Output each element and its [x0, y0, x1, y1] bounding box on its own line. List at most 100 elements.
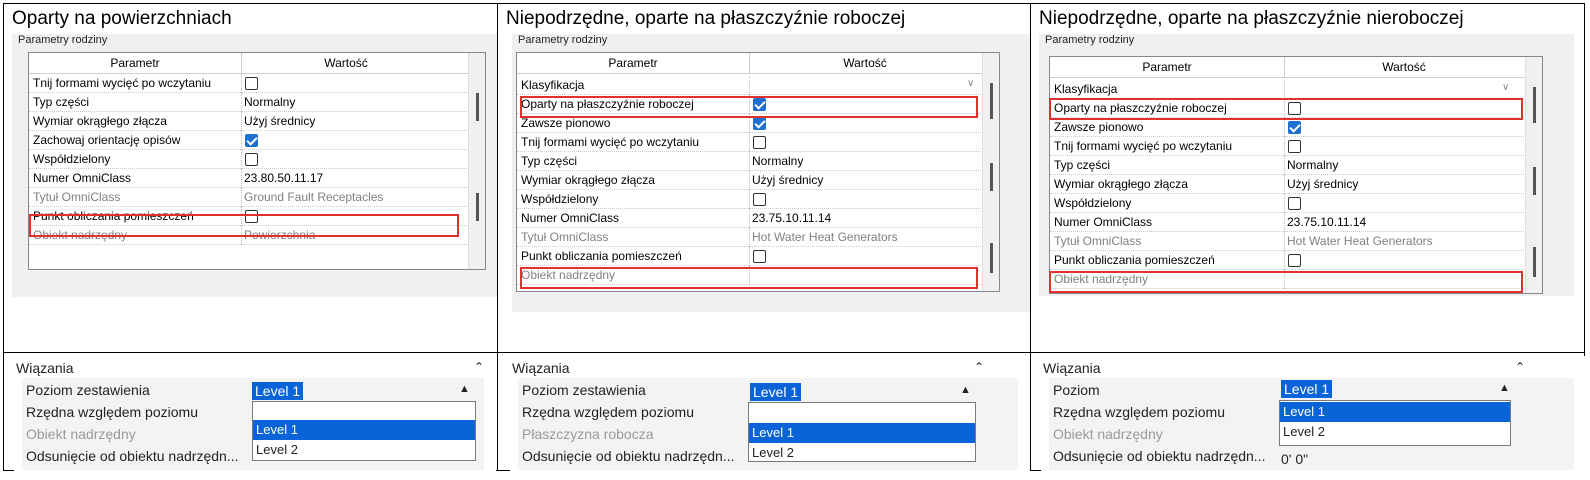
parameter-checkbox[interactable] — [1288, 102, 1301, 115]
parameter-value[interactable]: Ground Fault Receptacles — [244, 190, 383, 204]
dropdown-option[interactable]: Level 2 — [1280, 422, 1510, 442]
table-row[interactable]: Wymiar okrągłego złącza Użyj średnicy — [29, 112, 485, 131]
scrollbar-thumb[interactable] — [1533, 247, 1536, 277]
scrollbar-thumb[interactable] — [476, 193, 479, 221]
dropdown-arrow-icon[interactable]: ▲ — [1499, 382, 1510, 394]
parameter-name: Tnij formami wycięć po wczytaniu — [33, 76, 212, 90]
dropdown-option[interactable]: Level 1 — [749, 423, 975, 443]
table-row[interactable]: Obiekt nadrzędny Powierzchnia — [29, 226, 485, 245]
parameter-name: Numer OmniClass — [33, 171, 132, 185]
parameter-value[interactable]: 23.75.10.11.14 — [752, 211, 831, 225]
parameter-name: Tytuł OmniClass — [33, 190, 121, 204]
scrollbar-thumb[interactable] — [1533, 87, 1536, 123]
dropdown-option[interactable]: Level 2 — [749, 443, 975, 463]
parameter-value[interactable]: Hot Water Heat Generators — [752, 230, 898, 244]
table-row[interactable]: Współdzielony — [1050, 194, 1542, 213]
table-row[interactable]: Typ części Normalny — [517, 152, 999, 171]
parameter-name: Wymiar okrągłego złącza — [521, 173, 655, 187]
parameter-value[interactable]: Powierzchnia — [244, 228, 315, 242]
parameter-value[interactable]: Hot Water Heat Generators — [1287, 234, 1433, 248]
parameter-value[interactable]: 23.80.50.11.17 — [244, 171, 323, 185]
parameter-checkbox[interactable] — [1288, 254, 1301, 267]
level-dropdown-value[interactable]: Level 1 — [252, 382, 304, 400]
parameter-value[interactable]: Normalny — [752, 154, 803, 168]
table-row[interactable]: Klasyfikacja ∨ — [517, 76, 999, 95]
table-row[interactable]: Tytuł OmniClass Hot Water Heat Generators — [1050, 232, 1542, 251]
table-row[interactable]: Tnij formami wycięć po wczytaniu — [517, 133, 999, 152]
scrollbar-thumb[interactable] — [990, 83, 993, 119]
table-row[interactable]: Numer OmniClass 23.75.10.11.14 — [517, 209, 999, 228]
parameter-checkbox[interactable] — [1288, 140, 1301, 153]
dropdown-option[interactable]: Level 2 — [253, 440, 475, 460]
parameter-checkbox[interactable] — [753, 98, 766, 111]
table-row[interactable]: Typ części Normalny — [29, 93, 485, 112]
table-row[interactable]: Tnij formami wycięć po wczytaniu — [29, 74, 485, 93]
family-parameters-label: Parametry rodziny — [1045, 34, 1135, 46]
parameter-name: Zachowaj orientację opisów — [33, 133, 181, 147]
table-row[interactable]: Zachowaj orientację opisów — [29, 131, 485, 150]
table-row[interactable]: Zawsze pionowo — [1050, 118, 1542, 137]
table-row[interactable]: Punkt obliczania pomieszczeń — [1050, 251, 1542, 270]
collapse-icon[interactable]: ⌃ — [974, 360, 984, 374]
level-dropdown-value[interactable]: Level 1 — [1281, 380, 1333, 398]
parameter-name: Zawsze pionowo — [1054, 120, 1144, 134]
dropdown-option[interactable]: Level 1 — [253, 420, 475, 440]
table-row[interactable]: Współdzielony — [517, 190, 999, 209]
parameter-checkbox[interactable] — [1288, 197, 1301, 210]
scrollbar-thumb[interactable] — [990, 243, 993, 273]
dropdown-arrow-icon[interactable]: ▲ — [459, 383, 470, 395]
parameter-checkbox[interactable] — [245, 134, 258, 147]
table-row[interactable]: Numer OmniClass 23.75.10.11.14 — [1050, 213, 1542, 232]
table-row[interactable]: Obiekt nadrzędny — [517, 266, 999, 285]
parameter-checkbox[interactable] — [245, 153, 258, 166]
table-row[interactable]: Punkt obliczania pomieszczeń — [517, 247, 999, 266]
table-row[interactable]: Tnij formami wycięć po wczytaniu — [1050, 137, 1542, 156]
parameter-checkbox[interactable] — [753, 117, 766, 130]
parameter-value[interactable]: Użyj średnicy — [244, 114, 315, 128]
parameter-value[interactable]: Użyj średnicy — [1287, 177, 1358, 191]
parameter-value[interactable]: Normalny — [1287, 158, 1338, 172]
level-dropdown-value[interactable]: Level 1 — [750, 383, 802, 401]
dropdown-option[interactable]: Level 1 — [1280, 402, 1510, 422]
parameter-checkbox[interactable] — [245, 210, 258, 223]
table-row[interactable]: Tytuł OmniClass Ground Fault Receptacles — [29, 188, 485, 207]
column-title: Oparty na powierzchniach — [12, 8, 232, 29]
scrollbar-thumb[interactable] — [476, 93, 479, 121]
parameter-checkbox[interactable] — [753, 250, 766, 263]
table-row[interactable]: Wymiar okrągłego złącza Użyj średnicy — [517, 171, 999, 190]
table-row[interactable]: Punkt obliczania pomieszczeń — [29, 207, 485, 226]
table-row[interactable]: Współdzielony — [29, 150, 485, 169]
parameter-checkbox[interactable] — [753, 136, 766, 149]
parameter-value[interactable]: Użyj średnicy — [752, 173, 823, 187]
table-row[interactable]: Obiekt nadrzędny — [1050, 270, 1542, 289]
parameter-name: Obiekt nadrzędny — [1054, 272, 1149, 286]
chevron-down-icon[interactable]: ∨ — [967, 78, 974, 89]
vertical-scrollbar[interactable] — [1525, 57, 1542, 293]
scrollbar-thumb[interactable] — [1533, 167, 1536, 195]
table-row[interactable]: Oparty na płaszczyźnie roboczej — [1050, 99, 1542, 118]
table-row[interactable]: Tytuł OmniClass Hot Water Heat Generators — [517, 228, 999, 247]
parameter-value[interactable]: Normalny — [244, 95, 295, 109]
parameter-checkbox[interactable] — [1288, 121, 1301, 134]
vertical-scrollbar[interactable] — [982, 53, 999, 291]
vertical-scrollbar[interactable] — [468, 53, 485, 269]
column-title: Niepodrzędne, oparte na płaszczyźnie rob… — [506, 8, 906, 29]
scrollbar-thumb[interactable] — [990, 163, 993, 191]
table-row[interactable]: Oparty na płaszczyźnie roboczej — [517, 95, 999, 114]
table-row[interactable]: Zawsze pionowo — [517, 114, 999, 133]
offset-value[interactable]: 0' 0" — [1281, 451, 1308, 467]
parameter-value[interactable]: 23.75.10.11.14 — [1287, 215, 1366, 229]
table-row[interactable]: Typ części Normalny — [1050, 156, 1542, 175]
parameter-name: Wymiar okrągłego złącza — [1054, 177, 1188, 191]
parameter-checkbox[interactable] — [753, 193, 766, 206]
dropdown-arrow-icon[interactable]: ▲ — [960, 384, 971, 396]
constraint-label: Rzędna względem poziomu — [1053, 404, 1225, 420]
table-row[interactable]: Klasyfikacja ∨ — [1050, 80, 1542, 99]
chevron-down-icon[interactable]: ∨ — [1502, 82, 1509, 93]
collapse-icon[interactable]: ⌃ — [474, 360, 484, 374]
parameter-checkbox[interactable] — [245, 77, 258, 90]
collapse-icon[interactable]: ⌃ — [1515, 360, 1525, 374]
table-row[interactable]: Numer OmniClass 23.80.50.11.17 — [29, 169, 485, 188]
table-row[interactable]: Wymiar okrągłego złącza Użyj średnicy — [1050, 175, 1542, 194]
parameter-name: Tytuł OmniClass — [1054, 234, 1142, 248]
